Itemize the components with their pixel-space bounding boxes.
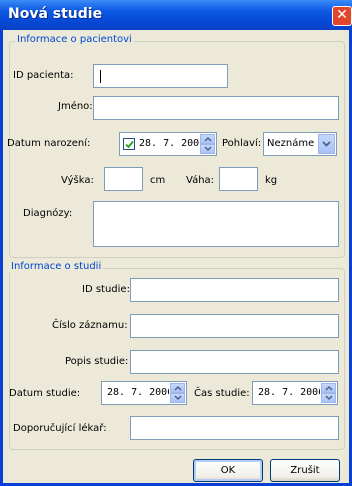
- record-number-label: Číslo záznamu:: [52, 320, 128, 331]
- study-date-value: 28. 7. 2006: [107, 387, 169, 398]
- sex-dropdown-button[interactable]: [318, 134, 335, 154]
- record-number-input[interactable]: [130, 314, 339, 338]
- chevron-down-icon: [174, 395, 182, 401]
- study-date-spin-buttons: [170, 383, 185, 403]
- window-title: Nová studie: [8, 6, 103, 22]
- spin-down-button[interactable]: [321, 393, 336, 403]
- chevron-up-icon: [204, 136, 212, 142]
- study-description-input[interactable]: [130, 350, 339, 374]
- cancel-button[interactable]: Zrušit: [270, 459, 340, 482]
- weight-input[interactable]: [219, 167, 258, 191]
- study-date-spinner[interactable]: 28. 7. 2006: [101, 381, 187, 405]
- study-description-label: Popis studie:: [65, 356, 129, 367]
- chevron-up-icon: [325, 385, 333, 391]
- height-unit: cm: [150, 175, 166, 186]
- spin-up-button[interactable]: [170, 383, 185, 393]
- name-input[interactable]: [93, 96, 339, 120]
- study-time-value: 28. 7. 2006: [258, 387, 320, 398]
- dialog-window: Nová studie ✕ Informace o pacientovi ID …: [0, 0, 352, 486]
- sex-label: Pohlaví:: [222, 138, 262, 149]
- study-id-input[interactable]: [130, 278, 339, 302]
- chevron-down-icon: [322, 141, 331, 147]
- height-label: Výška:: [61, 175, 94, 186]
- close-button[interactable]: ✕: [332, 6, 352, 26]
- sex-select[interactable]: Neznáme: [263, 132, 337, 156]
- study-time-spinner[interactable]: 28. 7. 2006: [252, 381, 338, 405]
- chevron-down-icon: [325, 395, 333, 401]
- chevron-up-icon: [174, 385, 182, 391]
- referring-doctor-label: Doporučující lékař:: [13, 423, 107, 434]
- height-input[interactable]: [104, 167, 143, 191]
- checkmark-icon: [125, 140, 134, 149]
- weight-label: Váha:: [186, 175, 215, 186]
- study-time-spin-buttons: [321, 383, 336, 403]
- ok-button[interactable]: OK: [193, 459, 263, 482]
- birth-date-checkbox[interactable]: [123, 138, 135, 150]
- birth-date-value: 28. 7. 2006: [139, 138, 199, 149]
- birth-date-label: Datum narození:: [7, 138, 91, 149]
- weight-unit: kg: [265, 175, 278, 186]
- spin-up-button[interactable]: [200, 134, 215, 144]
- patient-id-label: ID pacienta:: [13, 70, 74, 81]
- patient-id-input[interactable]: [93, 64, 228, 88]
- diagnoses-input[interactable]: [93, 201, 339, 247]
- birth-date-spin-buttons: [200, 134, 215, 154]
- study-time-label: Čas studie:: [194, 388, 250, 399]
- chevron-down-icon: [204, 146, 212, 152]
- diagnoses-label: Diagnózy:: [23, 208, 73, 219]
- close-icon: ✕: [336, 7, 348, 23]
- spin-down-button[interactable]: [200, 144, 215, 154]
- birth-date-spinner[interactable]: 28. 7. 2006: [119, 132, 217, 156]
- referring-doctor-input[interactable]: [130, 416, 339, 440]
- study-id-label: ID studie:: [82, 284, 130, 295]
- patient-info-legend: Informace o pacientovi: [15, 34, 134, 45]
- sex-value: Neznáme: [267, 138, 315, 149]
- spin-up-button[interactable]: [321, 383, 336, 393]
- dialog-body: Informace o pacientovi ID pacienta: Jmén…: [3, 30, 349, 483]
- study-info-legend: Informace o studii: [9, 261, 104, 272]
- text-caret: [100, 70, 101, 83]
- study-date-label: Datum studie:: [9, 388, 81, 399]
- spin-down-button[interactable]: [170, 393, 185, 403]
- name-label: Jméno:: [58, 101, 93, 112]
- title-bar[interactable]: Nová studie ✕: [0, 0, 352, 30]
